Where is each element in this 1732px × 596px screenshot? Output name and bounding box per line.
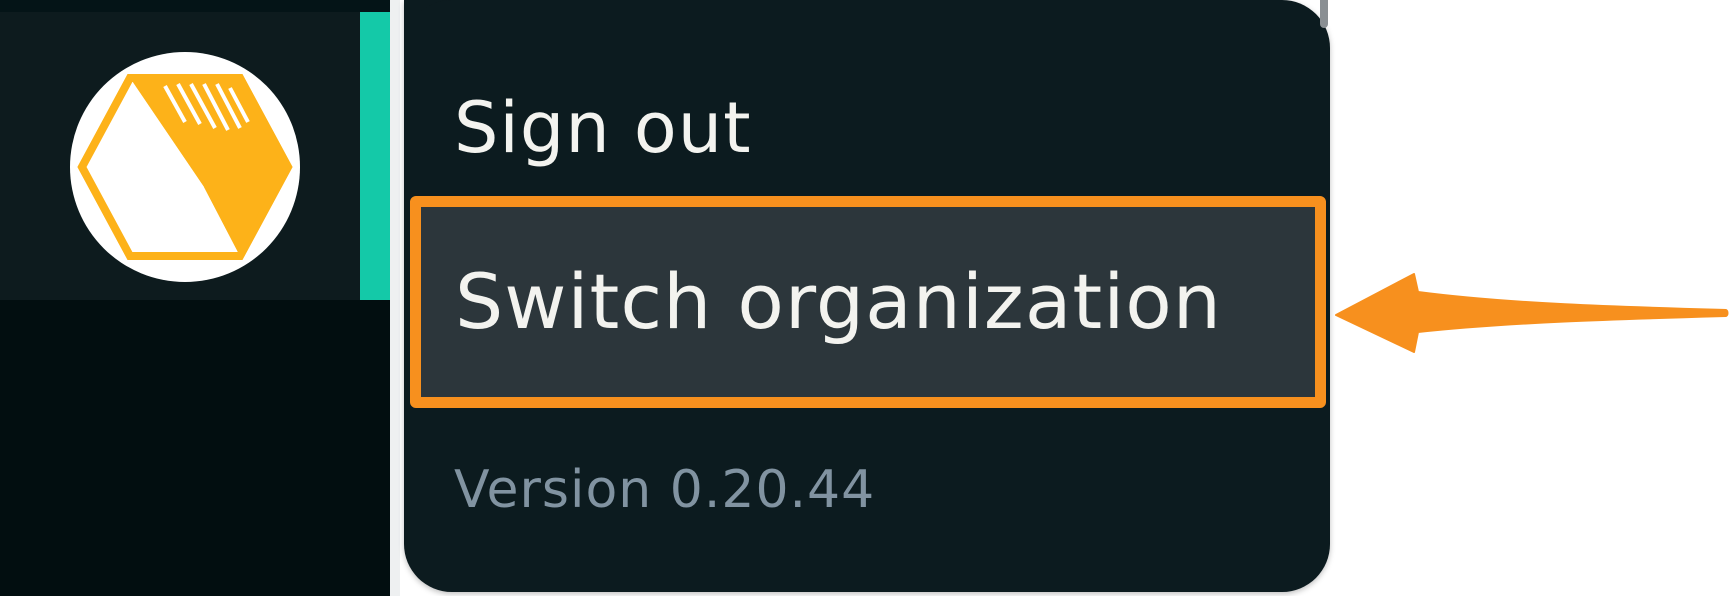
- org-avatar[interactable]: [70, 52, 300, 282]
- page-gap: [390, 0, 400, 596]
- sidebar-topline: [0, 0, 390, 12]
- active-org-indicator: [360, 12, 390, 300]
- hexagon-logo-icon: [77, 74, 293, 260]
- switch-organization-menu-item[interactable]: Switch organization: [410, 196, 1326, 408]
- sign-out-menu-item[interactable]: Sign out: [404, 78, 1330, 178]
- annotation-arrow: [1330, 260, 1730, 360]
- org-switcher-tile[interactable]: [0, 12, 360, 300]
- arrow-left-icon: [1335, 273, 1729, 353]
- sidebar: [0, 0, 390, 596]
- scrollbar-edge: [1320, 0, 1328, 28]
- version-label: Version 0.20.44: [454, 460, 876, 520]
- account-menu: Sign out Switch organization Version 0.2…: [404, 0, 1330, 592]
